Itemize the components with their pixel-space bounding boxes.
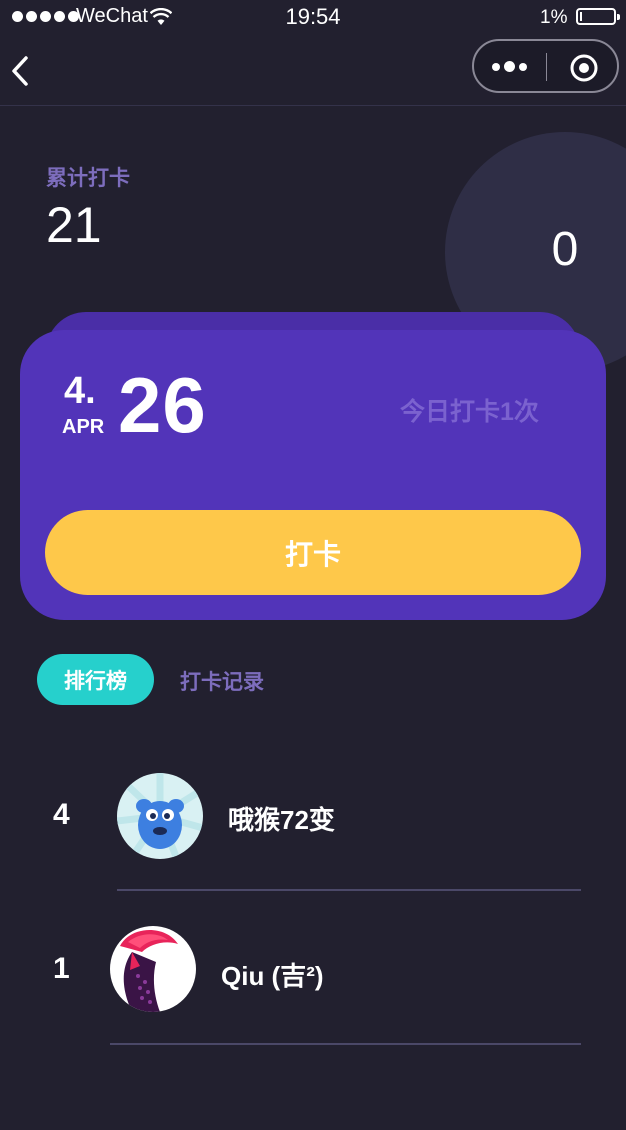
rank-number: 4	[53, 798, 70, 831]
rooster-avatar-icon	[110, 926, 196, 1012]
tab-records[interactable]: 打卡记录	[180, 666, 264, 696]
battery-icon	[576, 8, 620, 25]
close-target-icon[interactable]	[569, 53, 599, 83]
status-bar: WeChat 19:54 1%	[0, 0, 626, 36]
checkin-card: 4. APR 26 今日打卡1次 打卡	[20, 330, 606, 620]
today-checkin-count: 今日打卡1次	[400, 398, 539, 426]
rank-number: 1	[53, 952, 70, 985]
tab-ranking[interactable]: 排行榜	[37, 654, 154, 705]
row-divider	[117, 889, 581, 891]
total-checkin-label: 累计打卡	[46, 167, 130, 190]
more-options-icon[interactable]	[492, 61, 527, 72]
user-name: 哦猴72变	[228, 805, 335, 835]
date-month-number: 4.	[64, 370, 96, 412]
page: WeChat 19:54 1% 累计打卡 21 0 4. APR 26 今日打卡…	[0, 0, 626, 1130]
total-checkin-value: 21	[46, 197, 102, 253]
secondary-stat-value: 0	[551, 223, 579, 276]
battery-percent: 1%	[540, 7, 568, 28]
date-day: 26	[118, 361, 207, 449]
row-divider	[110, 1043, 581, 1045]
back-arrow-icon[interactable]	[8, 54, 34, 88]
mini-program-capsule	[472, 39, 619, 93]
checkin-button[interactable]: 打卡	[45, 510, 581, 595]
blue-monster-avatar-icon	[117, 773, 203, 859]
date-month-name: APR	[62, 416, 105, 438]
status-time: 19:54	[285, 4, 341, 29]
nav-bar	[0, 36, 626, 106]
list-item[interactable]: 1 Qiu (吉²)	[0, 910, 626, 1045]
capsule-divider	[546, 53, 547, 81]
list-item[interactable]: 4 哦猴72变	[0, 758, 626, 891]
user-name: Qiu (吉²)	[221, 961, 324, 991]
